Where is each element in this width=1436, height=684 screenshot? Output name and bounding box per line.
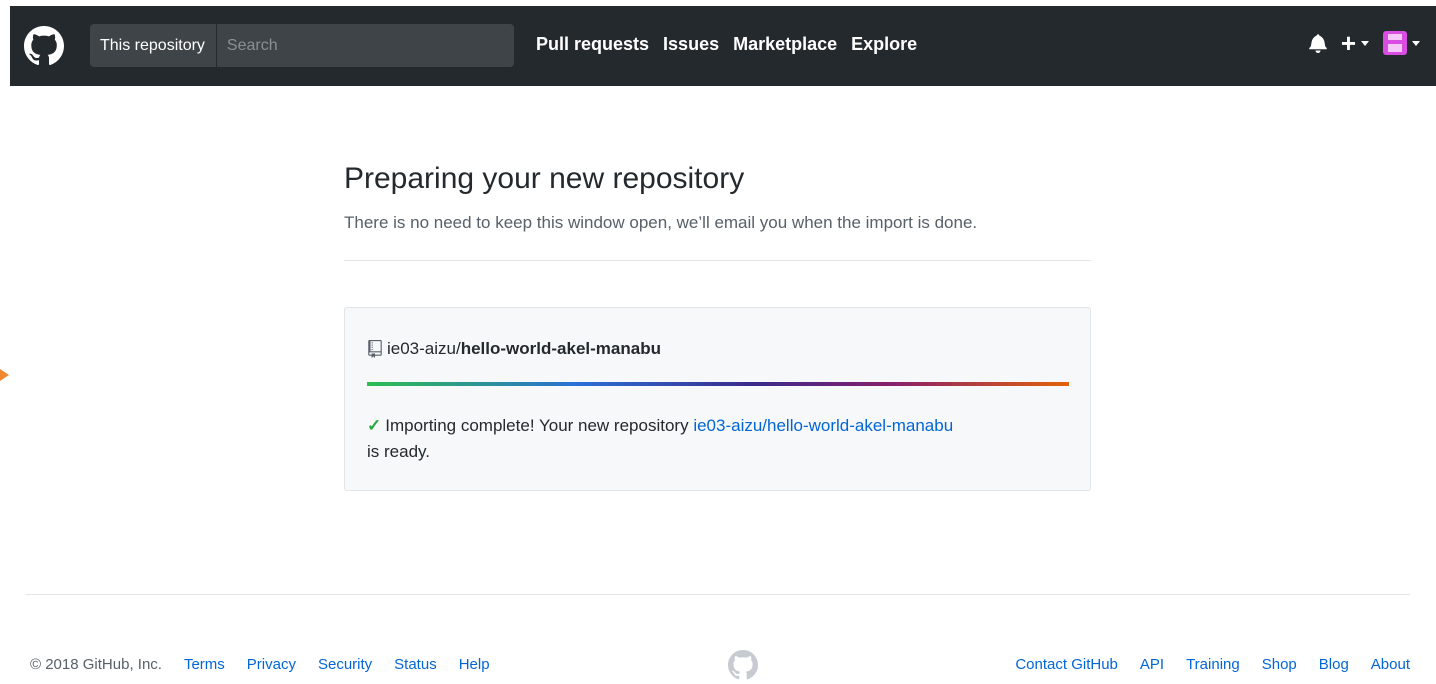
- user-menu-dropdown[interactable]: [1383, 31, 1420, 55]
- repo-name: hello-world-akel-manabu: [460, 339, 661, 358]
- chevron-down-icon: [1361, 40, 1369, 46]
- page-subtitle: There is no need to keep this window ope…: [344, 213, 978, 232]
- footer-link-blog[interactable]: Blog: [1319, 656, 1349, 673]
- footer-link-about[interactable]: About: [1371, 656, 1410, 673]
- footer-link-contact-github[interactable]: Contact GitHub: [1015, 656, 1118, 673]
- check-icon: ✓: [367, 416, 382, 435]
- footer-link-api[interactable]: API: [1140, 656, 1164, 673]
- site-header: This repository Pull requests Issues Mar…: [10, 6, 1436, 86]
- main-nav: Pull requests Issues Marketplace Explore: [536, 34, 917, 55]
- nav-pull-requests[interactable]: Pull requests: [536, 34, 649, 55]
- arrow-marker-icon: [0, 369, 9, 381]
- nav-explore[interactable]: Explore: [851, 34, 917, 55]
- import-progress-bar: [367, 382, 1069, 386]
- footer-link-security[interactable]: Security: [318, 656, 372, 673]
- footer-left: © 2018 GitHub, Inc. Terms Privacy Securi…: [30, 656, 490, 673]
- copyright: © 2018 GitHub, Inc.: [30, 656, 162, 673]
- page-title: Preparing your new repository: [344, 162, 745, 195]
- repo-name-line: ie03-aizu/hello-world-akel-manabu: [367, 339, 661, 359]
- plus-icon: +: [1340, 28, 1356, 58]
- search-scope-label: This repository: [90, 24, 217, 67]
- github-footer-logo-icon[interactable]: [728, 650, 758, 680]
- status-text: Importing complete! Your new repository: [385, 416, 689, 435]
- github-logo-icon[interactable]: [24, 26, 64, 66]
- footer-link-shop[interactable]: Shop: [1262, 656, 1297, 673]
- nav-marketplace[interactable]: Marketplace: [733, 34, 837, 55]
- header-actions: +: [1309, 30, 1420, 56]
- new-repo-link[interactable]: ie03-aizu/hello-world-akel-manabu: [693, 416, 953, 435]
- bell-icon: [1309, 34, 1327, 53]
- search-input[interactable]: [216, 24, 514, 67]
- footer-link-privacy[interactable]: Privacy: [247, 656, 296, 673]
- import-status-message: ✓ Importing complete! Your new repository…: [367, 413, 1072, 465]
- avatar: [1383, 31, 1407, 55]
- notifications-button[interactable]: [1309, 33, 1327, 53]
- search-box: This repository: [90, 24, 514, 67]
- chevron-down-icon: [1412, 40, 1420, 46]
- repo-icon: [368, 340, 382, 358]
- footer-link-terms[interactable]: Terms: [184, 656, 225, 673]
- divider: [344, 260, 1091, 261]
- footer-link-help[interactable]: Help: [459, 656, 490, 673]
- status-suffix: is ready.: [367, 442, 430, 461]
- footer-link-training[interactable]: Training: [1186, 656, 1240, 673]
- footer-link-status[interactable]: Status: [394, 656, 437, 673]
- footer-right: Contact GitHub API Training Shop Blog Ab…: [1015, 656, 1410, 673]
- import-status-box: ie03-aizu/hello-world-akel-manabu ✓ Impor…: [344, 307, 1091, 491]
- nav-issues[interactable]: Issues: [663, 34, 719, 55]
- footer-divider: [26, 594, 1410, 595]
- create-new-dropdown[interactable]: +: [1341, 30, 1369, 56]
- repo-owner: ie03-aizu/: [387, 339, 461, 358]
